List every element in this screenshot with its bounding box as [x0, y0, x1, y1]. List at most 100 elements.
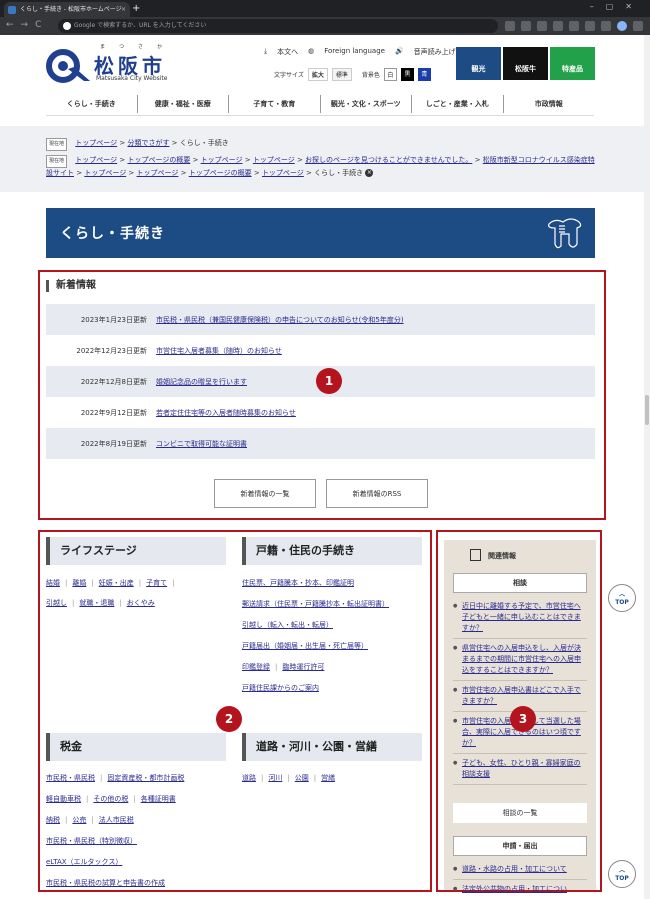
back-to-top-button[interactable]: ︿ TOP	[608, 860, 636, 888]
breadcrumb-link[interactable]: トップページ	[201, 156, 243, 164]
banner-matsusaka-beef[interactable]: 松阪牛	[503, 47, 548, 80]
breadcrumb-link[interactable]: お探しのページを見つけることができませんでした。	[305, 156, 472, 164]
link-corporate-tax[interactable]: 法人市民税	[99, 816, 134, 824]
menu-icon[interactable]	[633, 21, 643, 31]
link-rivers[interactable]: 河川	[268, 774, 282, 782]
link-mail-request[interactable]: 郵送請求（住民票・戸籍騰抄本・転出証明書）	[242, 599, 412, 610]
link-moving[interactable]: 引越し	[46, 598, 67, 609]
consult-link[interactable]: 近日中に離婚する予定で、市営住宅へ子どもと一緒に申し込むことはできますか？	[462, 602, 581, 632]
news-link[interactable]: 若者定住住宅等の入居者随時募集のお知らせ	[156, 408, 296, 418]
link-light-vehicle-tax[interactable]: 軽自動車税	[46, 795, 81, 803]
nav-item-health[interactable]: 健康・福祉・医療	[136, 95, 229, 113]
nav-item-education[interactable]: 子育て・教育	[228, 95, 320, 113]
apply-link[interactable]: 法定外公共物の占用・加工につい	[462, 885, 567, 893]
new-tab-button[interactable]: +	[132, 3, 140, 15]
sidebar-icon[interactable]	[601, 21, 611, 31]
news-rss-button[interactable]: 新着情報のRSS	[326, 479, 428, 508]
link-resident-tax[interactable]: 市民税・県民税	[46, 774, 95, 782]
puzzle-icon[interactable]	[569, 21, 579, 31]
news-date: 2022年9月12日更新	[80, 408, 147, 417]
banner-tourism[interactable]: 観光	[456, 47, 501, 80]
link-certificates[interactable]: 各種証明書	[141, 795, 176, 803]
back-to-top-button[interactable]: ︿ TOP	[608, 584, 636, 612]
banner-specialties[interactable]: 特産品	[550, 47, 595, 80]
bg-white-button[interactable]: 白	[383, 68, 397, 81]
link-childcare[interactable]: 子育て	[146, 578, 167, 589]
link-tax-simulation[interactable]: 市民税・県民税の試算と申告書の作成	[46, 878, 236, 889]
link-parks[interactable]: 公園	[295, 774, 309, 782]
link-special-collection[interactable]: 市民税・県民税（特別徴収）	[46, 836, 236, 847]
extension-icon[interactable]	[521, 21, 531, 31]
news-link[interactable]: コンビニで取得可能な証明書	[156, 439, 247, 449]
apply-link[interactable]: 道路・水路の占用・加工について	[462, 865, 567, 873]
extension-icon[interactable]	[505, 21, 515, 31]
close-icon[interactable]: ×	[365, 169, 374, 177]
foreign-language-link[interactable]: Foreign language	[324, 47, 385, 57]
nav-item-tourism[interactable]: 観光・文化・スポーツ	[319, 95, 412, 113]
breadcrumb-link[interactable]: トップページ	[75, 139, 117, 147]
avatar[interactable]	[617, 21, 627, 31]
consult-link[interactable]: 市営住宅の入居申込書はどこで入手できますか？	[462, 686, 581, 705]
window-controls[interactable]: –▢✕	[590, 2, 644, 11]
font-size-normal-button[interactable]: 標準	[331, 68, 352, 81]
link-family-register-guide[interactable]: 戸籍住民課からのご案内	[242, 683, 412, 694]
document-icon	[470, 549, 481, 561]
news-list-button[interactable]: 新着情報の一覧	[214, 479, 316, 508]
link-temporary-permit[interactable]: 臨時運行許可	[282, 663, 324, 671]
news-link[interactable]: 市営住宅入居者募集（随時）のお知らせ	[156, 346, 282, 356]
list-item: 近日中に離婚する予定で、市営住宅へ子どもと一緒に申し込むことはできますか？	[453, 601, 587, 639]
link-seal-registration[interactable]: 印鑑登録	[242, 663, 270, 671]
bg-black-button[interactable]: 黒	[400, 68, 414, 81]
extension-icon[interactable]	[553, 21, 563, 31]
consult-heading: 相談	[453, 573, 587, 593]
skip-to-content-link[interactable]: 本文へ	[277, 47, 298, 57]
link-tax-payment[interactable]: 納税	[46, 816, 60, 824]
link-employment[interactable]: 就職・退職	[79, 598, 114, 609]
nav-item-work[interactable]: しごと・産業・入札	[411, 95, 503, 113]
link-marriage[interactable]: 結婚	[46, 578, 60, 589]
tab-close-icon[interactable]: ×	[121, 2, 126, 17]
nav-item-life[interactable]: くらし・手続き	[46, 95, 137, 113]
link-other-tax[interactable]: その他の税	[93, 795, 128, 803]
global-nav: くらし・手続き 健康・福祉・医療 子育て・教育 観光・文化・スポーツ しごと・産…	[46, 95, 594, 113]
breadcrumb-link[interactable]: トップページ	[262, 169, 304, 177]
link-moving-procedure[interactable]: 引越し（転入・転出・転居）	[242, 620, 412, 631]
link-pregnancy[interactable]: 妊娠・出産	[99, 578, 134, 589]
link-roads[interactable]: 道路	[242, 774, 256, 782]
scrollbar-thumb[interactable]	[645, 395, 649, 425]
news-link[interactable]: 婚姻記念品の贈呈を行います	[156, 377, 247, 387]
link-divorce[interactable]: 離婚	[72, 578, 86, 589]
breadcrumb-link[interactable]: トップページの概要	[127, 156, 190, 164]
link-family-register-notice[interactable]: 戸籍届出（婚姻届・出生届・死亡届等）	[242, 641, 412, 652]
browser-tab[interactable]: くらし・手続き - 松阪市ホームページ ×	[4, 2, 130, 17]
text-to-speech-link[interactable]: 音声読み上げ	[414, 47, 456, 57]
breadcrumb-link[interactable]: トップページ	[75, 156, 117, 164]
annotation-marker-1: 1	[316, 368, 342, 394]
breadcrumb-link[interactable]: トップページ	[137, 169, 179, 177]
list-item: 県営住宅への入居申込をし、入居が決まるまでの期間に市営住宅への入居申込をすること…	[453, 643, 587, 681]
nav-item-city[interactable]: 市政情報	[502, 95, 595, 113]
nav-buttons[interactable]: ←→C	[6, 20, 48, 30]
consult-link[interactable]: 子ども、女性、ひとり親・寡婦家庭の相談支援	[462, 759, 581, 778]
city-logo-icon[interactable]	[46, 49, 90, 83]
breadcrumb-link[interactable]: 分類でさがす	[127, 139, 169, 147]
font-size-large-button[interactable]: 拡大	[307, 68, 328, 81]
news-link[interactable]: 市民税・県民税（兼国民健康保険税）の申告についてのお知らせ(令和5年度分)	[156, 315, 404, 325]
address-bar[interactable]: Google で検索するか、URL を入力してください	[58, 19, 498, 33]
apply-list: 道路・水路の占用・加工について 法定外公共物の占用・加工につい	[453, 864, 587, 899]
link-eltax[interactable]: eLTAX（エルタックス）	[46, 857, 236, 868]
link-property-tax[interactable]: 固定資産税・都市計画税	[107, 774, 184, 782]
link-condolence[interactable]: おくやみ	[127, 598, 155, 609]
breadcrumb-link[interactable]: トップページの概要	[189, 169, 252, 177]
consult-link[interactable]: 県営住宅への入居申込をし、入居が決まるまでの期間に市営住宅への入居申込をすること…	[462, 644, 581, 674]
link-public-sale[interactable]: 公売	[72, 816, 86, 824]
link-resident-cert[interactable]: 住民票、戸籍騰本・抄本、印鑑証明	[242, 578, 412, 589]
star-icon[interactable]	[585, 21, 595, 31]
consult-more-button[interactable]: 相談の一覧	[453, 803, 587, 823]
extension-icon[interactable]	[537, 21, 547, 31]
breadcrumb-link[interactable]: トップページ	[84, 169, 126, 177]
category-tax: 税金	[46, 733, 226, 761]
breadcrumb-link[interactable]: トップページ	[253, 156, 295, 164]
bg-blue-button[interactable]: 青	[417, 68, 431, 81]
link-repairs[interactable]: 営繕	[321, 774, 335, 782]
